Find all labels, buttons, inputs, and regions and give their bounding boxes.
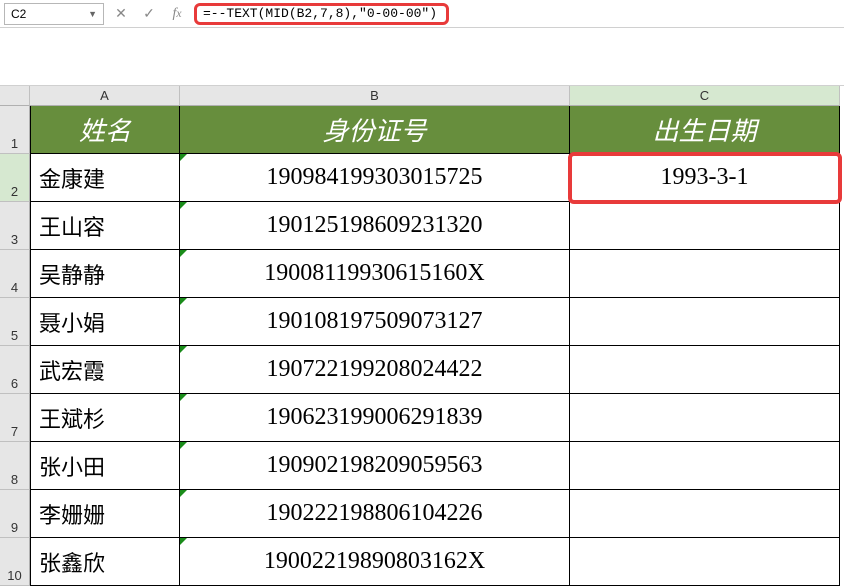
cell-b1[interactable]: 身份证号 <box>180 106 570 154</box>
cell-a1[interactable]: 姓名 <box>30 106 180 154</box>
name-box-value: C2 <box>11 7 26 21</box>
cell-a6[interactable]: 武宏霞 <box>30 346 180 394</box>
cell-a10[interactable]: 张鑫欣 <box>30 538 180 586</box>
cell-b4[interactable]: 19008119930615160X <box>180 250 570 298</box>
formula-input[interactable]: =--TEXT(MID(B2,7,8),"0-00-00") <box>194 3 449 25</box>
row-header-9[interactable]: 9 <box>0 490 30 538</box>
cell-c5[interactable] <box>570 298 840 346</box>
row-header-3[interactable]: 3 <box>0 202 30 250</box>
row-header-8[interactable]: 8 <box>0 442 30 490</box>
select-all-corner[interactable] <box>0 86 30 106</box>
cell-a3[interactable]: 王山容 <box>30 202 180 250</box>
row-header-10[interactable]: 10 <box>0 538 30 586</box>
spreadsheet-grid: A B C 1 姓名 身份证号 出生日期 2 金康建 1909841993030… <box>0 86 844 586</box>
row-header-2[interactable]: 2 <box>0 154 30 202</box>
cell-b7[interactable]: 190623199006291839 <box>180 394 570 442</box>
cell-a7[interactable]: 王斌杉 <box>30 394 180 442</box>
cell-b3[interactable]: 190125198609231320 <box>180 202 570 250</box>
chevron-down-icon: ▼ <box>88 9 97 19</box>
cell-c2[interactable]: 1993-3-1 <box>570 154 840 202</box>
cell-a2[interactable]: 金康建 <box>30 154 180 202</box>
cell-b9[interactable]: 190222198806104226 <box>180 490 570 538</box>
row-header-6[interactable]: 6 <box>0 346 30 394</box>
cell-c1[interactable]: 出生日期 <box>570 106 840 154</box>
cell-b8[interactable]: 190902198209059563 <box>180 442 570 490</box>
row-header-1[interactable]: 1 <box>0 106 30 154</box>
cell-a8[interactable]: 张小田 <box>30 442 180 490</box>
cell-a5[interactable]: 聂小娟 <box>30 298 180 346</box>
cell-b5[interactable]: 190108197509073127 <box>180 298 570 346</box>
row-header-5[interactable]: 5 <box>0 298 30 346</box>
cell-a4[interactable]: 吴静静 <box>30 250 180 298</box>
cell-a9[interactable]: 李姗姗 <box>30 490 180 538</box>
cell-c8[interactable] <box>570 442 840 490</box>
cell-c3[interactable] <box>570 202 840 250</box>
cell-c9[interactable] <box>570 490 840 538</box>
cell-c10[interactable] <box>570 538 840 586</box>
cell-b10[interactable]: 19002219890803162X <box>180 538 570 586</box>
col-header-b[interactable]: B <box>180 86 570 106</box>
name-box[interactable]: C2 ▼ <box>4 3 104 25</box>
col-header-a[interactable]: A <box>30 86 180 106</box>
cell-b6[interactable]: 190722199208024422 <box>180 346 570 394</box>
formula-bar: C2 ▼ ✕ ✓ fx =--TEXT(MID(B2,7,8),"0-00-00… <box>0 0 844 28</box>
formula-bar-expand-area <box>0 28 844 86</box>
fx-button[interactable]: fx <box>166 3 188 25</box>
row-header-7[interactable]: 7 <box>0 394 30 442</box>
cell-c6[interactable] <box>570 346 840 394</box>
cancel-formula-button[interactable]: ✕ <box>110 3 132 25</box>
formula-text: =--TEXT(MID(B2,7,8),"0-00-00") <box>203 6 437 21</box>
confirm-formula-button[interactable]: ✓ <box>138 3 160 25</box>
cell-b2[interactable]: 190984199303015725 <box>180 154 570 202</box>
row-header-4[interactable]: 4 <box>0 250 30 298</box>
cell-c4[interactable] <box>570 250 840 298</box>
cell-c7[interactable] <box>570 394 840 442</box>
col-header-c[interactable]: C <box>570 86 840 106</box>
